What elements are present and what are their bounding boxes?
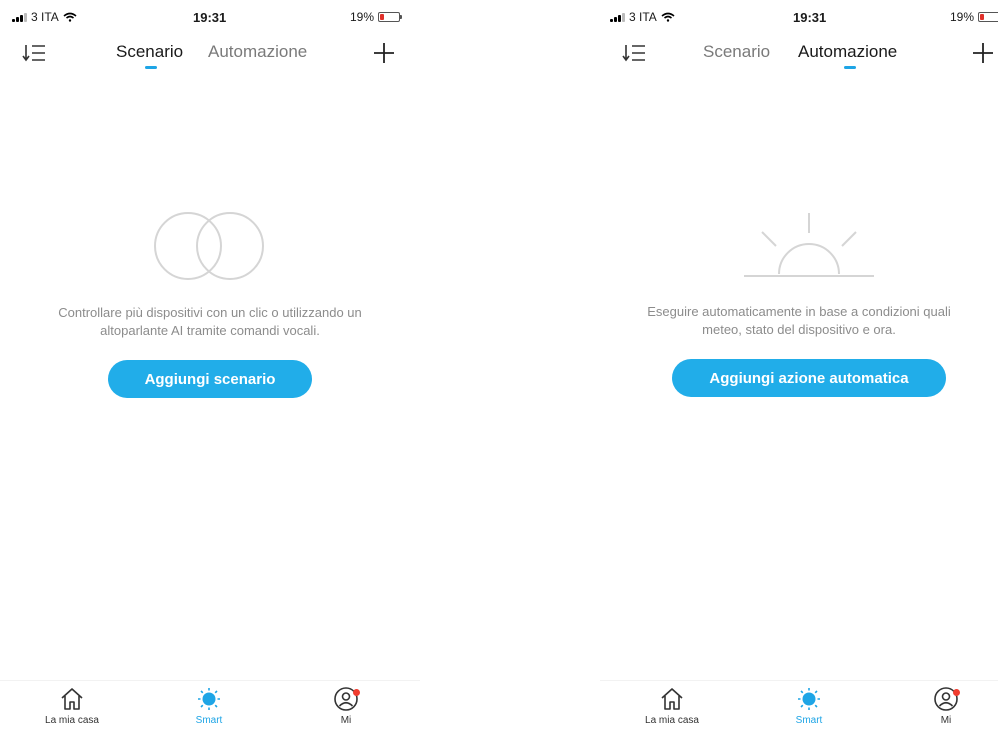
status-bar: 3 ITA 19:31 19% (600, 0, 998, 34)
bottom-tab-bar: La mia casa Smart Mi (0, 680, 420, 732)
tabbar-label: Smart (795, 715, 823, 726)
tab-automazione[interactable]: Automazione (208, 42, 307, 62)
status-battery: 19% (350, 10, 403, 24)
home-icon (661, 688, 683, 710)
plus-icon[interactable] (972, 42, 994, 64)
carrier-name: 3 ITA (629, 10, 657, 24)
status-time: 19:31 (793, 10, 827, 25)
tabbar-label: Smart (195, 715, 223, 726)
tabbar-label: La mia casa (45, 715, 99, 726)
tab-scenario[interactable]: Scenario (116, 42, 183, 62)
carrier-name: 3 ITA (31, 10, 59, 24)
status-battery: 19% (950, 10, 998, 24)
tabbar-label: La mia casa (645, 715, 699, 726)
tab-indicator (145, 66, 157, 69)
tabbar-me[interactable]: Mi (901, 687, 991, 726)
sun-icon (198, 688, 220, 710)
overlapping-circles-icon (154, 212, 264, 280)
empty-description-line: Eseguire automaticamente in base a condi… (647, 304, 951, 319)
tabbar-home[interactable]: La mia casa (627, 687, 717, 726)
tabbar-smart[interactable]: Smart (764, 687, 854, 726)
add-automation-button[interactable]: Aggiungi azione automatica (672, 359, 946, 397)
empty-description: Controllare più dispositivi con un clic … (0, 304, 420, 340)
tabbar-label: Mi (340, 715, 352, 726)
sunrise-icon (744, 213, 874, 277)
tabbar-home[interactable]: La mia casa (27, 687, 117, 726)
battery-percent: 19% (950, 10, 975, 24)
empty-description-line: meteo, stato del dispositivo e ora. (702, 322, 896, 337)
empty-description-line: Controllare più dispositivi con un clic … (58, 305, 362, 320)
screen-automazione: 3 ITA 19:31 19% Scenario Automazione Ese… (600, 0, 998, 732)
status-signal: 3 ITA (12, 10, 77, 24)
battery-percent: 19% (350, 10, 375, 24)
sort-list-icon[interactable] (22, 42, 46, 64)
status-time: 19:31 (193, 10, 227, 25)
tab-indicator (844, 66, 856, 69)
wifi-icon (63, 12, 77, 22)
plus-icon[interactable] (373, 42, 395, 64)
empty-description-line: altoparlante AI tramite comandi vocali. (100, 323, 320, 338)
tabbar-smart[interactable]: Smart (164, 687, 254, 726)
signal-icon (12, 12, 27, 22)
notification-badge (953, 689, 960, 696)
sort-list-icon[interactable] (622, 42, 646, 64)
sun-icon (798, 688, 820, 710)
status-signal: 3 ITA (610, 10, 675, 24)
empty-description: Eseguire automaticamente in base a condi… (600, 303, 998, 339)
bottom-tab-bar: La mia casa Smart Mi (600, 680, 998, 732)
home-icon (61, 688, 83, 710)
signal-icon (610, 12, 625, 22)
tab-scenario[interactable]: Scenario (703, 42, 770, 62)
screen-scenario: 3 ITA 19:31 19% Scenario Automazione Con… (0, 0, 420, 732)
tabbar-me[interactable]: Mi (301, 687, 391, 726)
top-nav: Scenario Automazione (0, 34, 420, 74)
top-nav: Scenario Automazione (600, 34, 998, 74)
status-bar: 3 ITA 19:31 19% (0, 0, 420, 34)
battery-icon (378, 12, 403, 22)
battery-icon (978, 12, 998, 22)
wifi-icon (661, 12, 675, 22)
tabbar-label: Mi (940, 715, 952, 726)
tab-automazione[interactable]: Automazione (798, 42, 897, 62)
notification-badge (353, 689, 360, 696)
add-scenario-button[interactable]: Aggiungi scenario (108, 360, 312, 398)
